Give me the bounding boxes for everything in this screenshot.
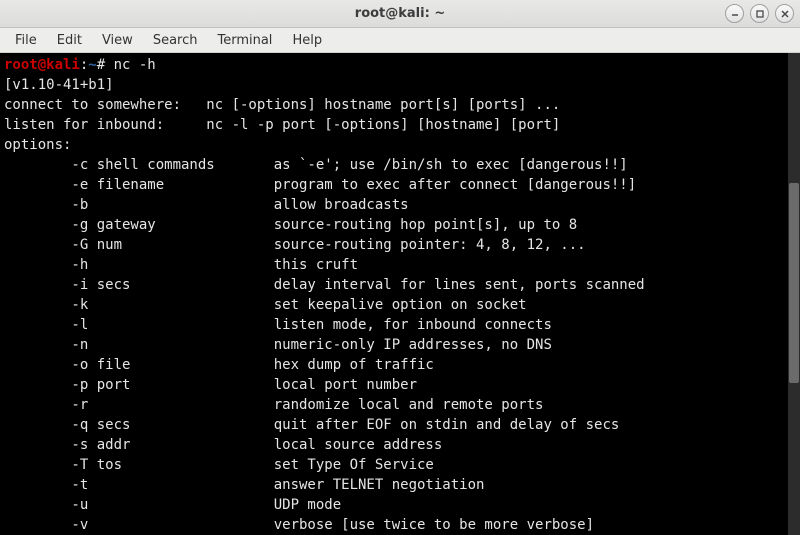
- minimize-button[interactable]: [725, 4, 744, 23]
- option-row-5: -h this cruft: [4, 255, 788, 275]
- output-listen: listen for inbound: nc -l -p port [-opti…: [4, 115, 788, 135]
- titlebar: root@kali: ~: [0, 0, 800, 28]
- maximize-button[interactable]: [750, 4, 769, 23]
- option-row-9: -n numeric-only IP addresses, no DNS: [4, 335, 788, 355]
- terminal-content[interactable]: root@kali:~# nc -h[v1.10-41+b1]connect t…: [0, 53, 788, 535]
- prompt-hash: #: [97, 57, 114, 73]
- option-row-10: -o file hex dump of traffic: [4, 355, 788, 375]
- option-row-4: -G num source-routing pointer: 4, 8, 12,…: [4, 235, 788, 255]
- maximize-icon: [755, 9, 765, 19]
- option-row-13: -q secs quit after EOF on stdin and dela…: [4, 415, 788, 435]
- menu-file[interactable]: File: [6, 31, 46, 50]
- option-row-18: -v verbose [use twice to be more verbose…: [4, 515, 788, 535]
- terminal-window: root@kali: ~ File Edit View Search Termi…: [0, 0, 800, 535]
- option-row-11: -p port local port number: [4, 375, 788, 395]
- output-options-hdr: options:: [4, 135, 788, 155]
- output-version: [v1.10-41+b1]: [4, 75, 788, 95]
- scrollbar[interactable]: [788, 53, 800, 535]
- option-row-1: -e filename program to exec after connec…: [4, 175, 788, 195]
- scrollbar-thumb[interactable]: [789, 183, 799, 383]
- output-connect: connect to somewhere: nc [-options] host…: [4, 95, 788, 115]
- option-row-12: -r randomize local and remote ports: [4, 395, 788, 415]
- prompt-path: ~: [88, 57, 96, 73]
- menu-search[interactable]: Search: [144, 31, 207, 50]
- prompt-userhost: root@kali: [4, 57, 80, 73]
- option-row-14: -s addr local source address: [4, 435, 788, 455]
- prompt-line: root@kali:~# nc -h: [4, 55, 788, 75]
- option-row-3: -g gateway source-routing hop point[s], …: [4, 215, 788, 235]
- menu-help[interactable]: Help: [283, 31, 331, 50]
- option-row-15: -T tos set Type Of Service: [4, 455, 788, 475]
- option-row-8: -l listen mode, for inbound connects: [4, 315, 788, 335]
- close-icon: [780, 9, 790, 19]
- window-controls: [725, 4, 794, 23]
- prompt-command: nc -h: [114, 57, 156, 73]
- window-title: root@kali: ~: [355, 6, 445, 21]
- close-button[interactable]: [775, 4, 794, 23]
- minimize-icon: [730, 9, 740, 19]
- option-row-0: -c shell commands as `-e'; use /bin/sh t…: [4, 155, 788, 175]
- option-row-16: -t answer TELNET negotiation: [4, 475, 788, 495]
- menu-view[interactable]: View: [93, 31, 142, 50]
- menubar: File Edit View Search Terminal Help: [0, 28, 800, 53]
- menu-edit[interactable]: Edit: [48, 31, 91, 50]
- option-row-17: -u UDP mode: [4, 495, 788, 515]
- option-row-6: -i secs delay interval for lines sent, p…: [4, 275, 788, 295]
- option-row-7: -k set keepalive option on socket: [4, 295, 788, 315]
- option-row-2: -b allow broadcasts: [4, 195, 788, 215]
- menu-terminal[interactable]: Terminal: [208, 31, 281, 50]
- terminal-area: root@kali:~# nc -h[v1.10-41+b1]connect t…: [0, 53, 800, 535]
